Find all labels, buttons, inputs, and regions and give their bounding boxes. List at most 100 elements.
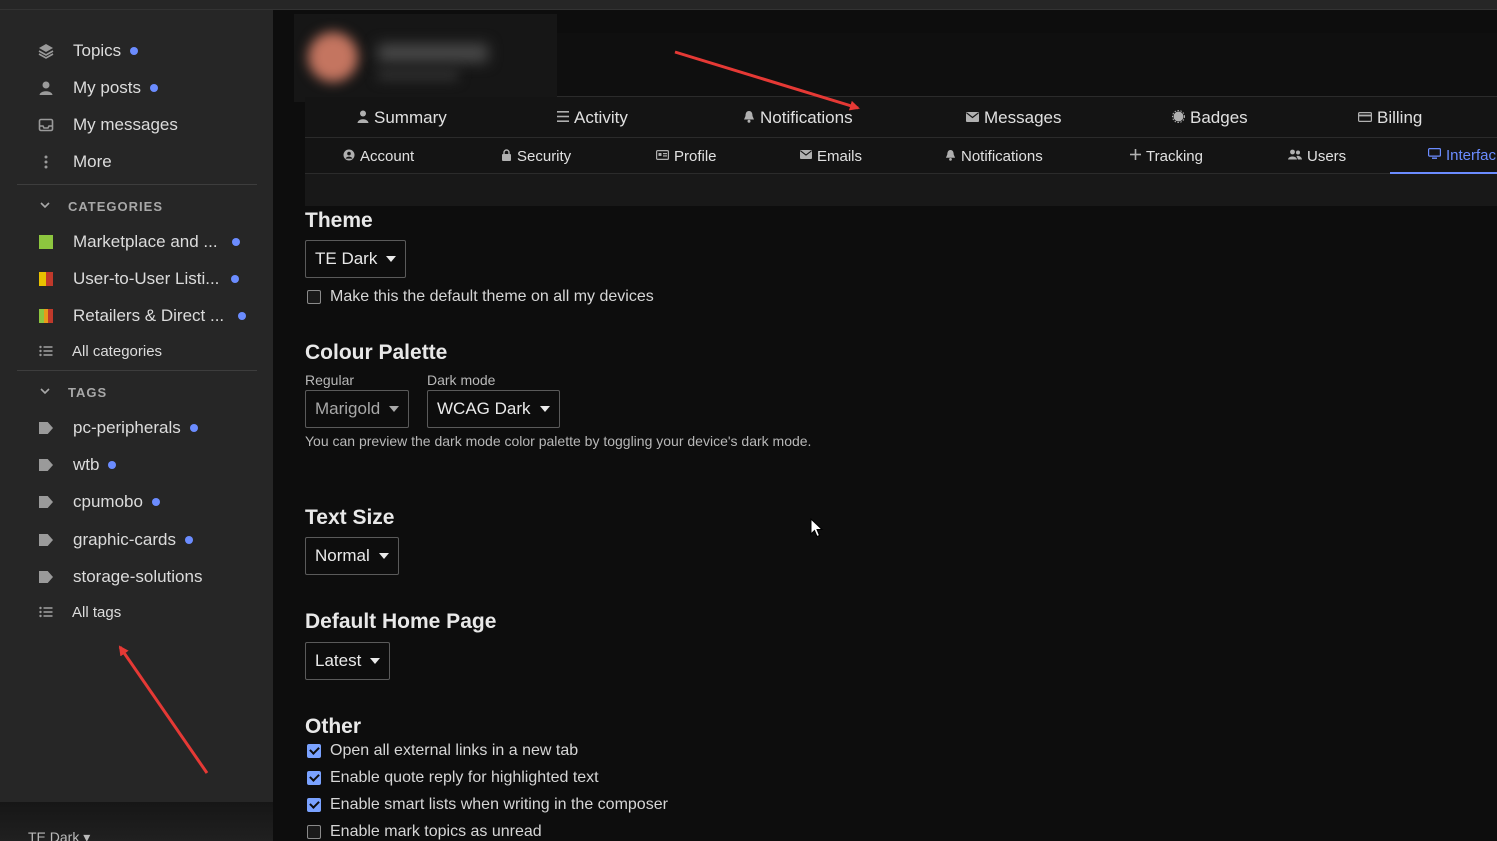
categories-section-toggle[interactable]: CATEGORIES [40, 199, 163, 214]
unread-dot [108, 461, 117, 469]
chevron-down-icon [40, 200, 50, 213]
subtab-users[interactable]: Users [1288, 138, 1346, 174]
user-circle-icon [343, 149, 355, 164]
sidebar-item-my-posts[interactable]: My posts [36, 73, 159, 103]
unread-dot [130, 47, 139, 55]
tab-label: Billing [1377, 107, 1423, 127]
sidebar-footer-row: TE Dark ▾ [28, 829, 90, 841]
option-external-links-row[interactable]: Open all external links in a new tab [307, 742, 578, 760]
subtab-account[interactable]: Account [343, 138, 414, 174]
unread-dot [238, 312, 247, 320]
sidebar-item-label: User-to-User Listi... [73, 269, 220, 288]
subtab-emails[interactable]: Emails [800, 138, 862, 174]
divider [17, 370, 257, 371]
tag-icon [36, 418, 56, 438]
option-quote-reply-checkbox[interactable] [307, 771, 321, 785]
tag-icon [36, 567, 56, 587]
envelope-icon [966, 110, 979, 125]
theme-switcher[interactable]: TE Dark ▾ [28, 829, 90, 841]
checkbox-label: Open all external links in a new tab [330, 742, 579, 759]
sidebar-tag-pc-peripherals[interactable]: pc-peripherals [36, 413, 198, 443]
sidebar-item-label: Marketplace and ... [73, 232, 218, 251]
sidebar-item-label: cpumobo [73, 492, 143, 511]
sidebar-all-tags[interactable]: All tags [36, 597, 121, 627]
sidebar-category-retailers[interactable]: Retailers & Direct ... [36, 301, 247, 331]
plus-icon [1130, 149, 1141, 163]
chevron-down-icon [40, 386, 50, 399]
tab-activity[interactable]: Activity [557, 97, 628, 138]
list-icon [36, 602, 56, 622]
mouse-cursor-icon [810, 517, 824, 543]
subtab-label: Interfac [1446, 146, 1497, 164]
unread-dot [189, 424, 198, 432]
option-mark-unread-row[interactable]: Enable mark topics as unread [307, 823, 542, 841]
ellipsis-vertical-icon [36, 152, 56, 172]
sidebar-item-label: Topics [73, 41, 122, 60]
sidebar-tag-wtb[interactable]: wtb [36, 450, 117, 480]
default-home-select[interactable]: Latest [305, 642, 391, 680]
user-main-nav: Summary Activity Notifications Messages … [305, 97, 1497, 138]
option-quote-reply-row[interactable]: Enable quote reply for highlighted text [307, 769, 599, 787]
tab-billing[interactable]: Billing [1358, 97, 1422, 138]
sidebar-all-categories[interactable]: All categories [36, 336, 162, 366]
credit-card-icon [1358, 110, 1373, 125]
sidebar-item-label: Retailers & Direct ... [73, 306, 225, 325]
top-strip [0, 0, 1497, 10]
sidebar-tag-storage-solutions[interactable]: storage-solutions [36, 562, 202, 592]
sidebar-item-my-messages[interactable]: My messages [36, 110, 178, 140]
divider [17, 184, 257, 185]
default-theme-checkbox[interactable] [307, 290, 321, 304]
tab-badges[interactable]: Badges [1172, 97, 1248, 138]
theme-select-value: TE Dark [315, 249, 378, 268]
tab-notifications[interactable]: Notifications [743, 97, 853, 138]
sidebar-category-marketplace[interactable]: Marketplace and ... [36, 227, 240, 257]
text-size-select[interactable]: Normal [305, 537, 399, 575]
list-icon [36, 341, 56, 361]
unread-dot [231, 238, 240, 246]
category-badge-icon [36, 306, 56, 326]
sidebar-item-label: graphic-cards [73, 530, 176, 549]
tab-label: Messages [984, 107, 1062, 127]
badge-icon [1172, 109, 1185, 126]
option-smart-lists-checkbox[interactable] [307, 798, 321, 812]
theme-select[interactable]: TE Dark [305, 240, 407, 278]
tab-summary[interactable]: Summary [357, 97, 447, 138]
user-icon [357, 110, 369, 126]
unread-dot [150, 84, 159, 92]
subtab-interface[interactable]: Interfac [1390, 138, 1497, 174]
id-card-icon [656, 149, 670, 163]
option-mark-unread-checkbox[interactable] [307, 825, 321, 839]
option-smart-lists-row[interactable]: Enable smart lists when writing in the c… [307, 796, 668, 814]
inbox-icon [36, 115, 56, 135]
unread-dot [231, 275, 240, 283]
subtab-notifications[interactable]: Notifications [945, 138, 1043, 174]
subtab-label: Profile [674, 147, 717, 165]
regular-palette-label: Regular [305, 372, 355, 388]
sidebar-tag-graphic-cards[interactable]: graphic-cards [36, 525, 193, 555]
tag-icon [36, 492, 56, 512]
sidebar-category-user-to-user[interactable]: User-to-User Listi... [36, 264, 240, 294]
tab-label: Badges [1190, 107, 1248, 127]
subtab-label: Security [517, 147, 572, 165]
checkbox-label: Enable mark topics as unread [330, 823, 542, 840]
tab-messages[interactable]: Messages [966, 97, 1061, 138]
sidebar-item-topics[interactable]: Topics [36, 36, 139, 66]
tags-section-toggle[interactable]: TAGS [40, 385, 107, 400]
theme-heading: Theme [305, 209, 373, 232]
subtab-security[interactable]: Security [501, 138, 571, 174]
subtab-tracking[interactable]: Tracking [1130, 138, 1203, 174]
theme-switcher-label: TE Dark [28, 829, 80, 841]
user-title-blurred [378, 70, 458, 80]
default-home-value: Latest [315, 651, 362, 670]
categories-heading: CATEGORIES [68, 199, 163, 214]
dark-palette-select[interactable]: WCAG Dark [427, 390, 560, 428]
regular-palette-select[interactable]: Marigold [305, 390, 410, 428]
palette-help-text: You can preview the dark mode color pale… [305, 433, 812, 449]
sidebar-item-more[interactable]: More [36, 147, 112, 177]
sidebar-tag-cpumobo[interactable]: cpumobo [36, 487, 160, 517]
default-theme-checkbox-row[interactable]: Make this the default theme on all my de… [307, 288, 654, 306]
envelope-icon [800, 150, 812, 162]
option-external-links-checkbox[interactable] [307, 744, 321, 758]
preferences-sub-nav: Account Security Profile Emails Notifica… [305, 138, 1497, 174]
subtab-profile[interactable]: Profile [656, 138, 717, 174]
